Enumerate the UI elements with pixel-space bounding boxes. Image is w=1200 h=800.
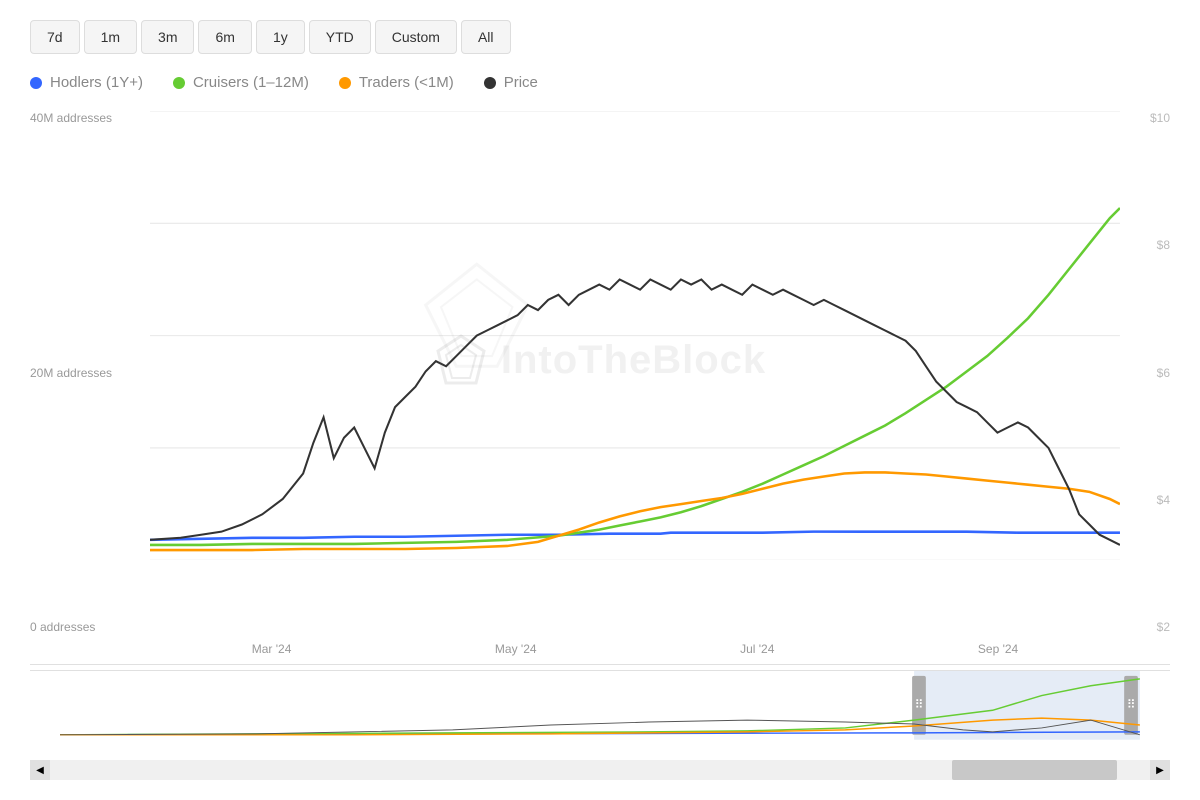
x-label-may: May '24	[495, 642, 537, 656]
legend-traders[interactable]: Traders (<1M)	[339, 74, 454, 91]
svg-text:⠿: ⠿	[1127, 698, 1136, 711]
btn-1m[interactable]: 1m	[84, 20, 137, 54]
y-axis-left: 40M addresses 20M addresses 0 addresses	[30, 111, 112, 634]
legend-price[interactable]: Price	[484, 74, 538, 91]
hodlers-dot	[30, 77, 42, 89]
scrollbar: ◀ ▶	[30, 760, 1170, 780]
main-container: 7d 1m 3m 6m 1y YTD Custom All Hodlers (1…	[0, 0, 1200, 800]
scroll-thumb[interactable]	[952, 760, 1117, 780]
price-dot	[484, 77, 496, 89]
time-range-toolbar: 7d 1m 3m 6m 1y YTD Custom All	[30, 20, 1170, 54]
cruisers-line	[150, 208, 1120, 545]
svg-text:⠿: ⠿	[915, 698, 924, 711]
scroll-track[interactable]	[50, 760, 1150, 780]
btn-all[interactable]: All	[461, 20, 511, 54]
traders-dot	[339, 77, 351, 89]
btn-6m[interactable]: 6m	[198, 20, 251, 54]
btn-custom[interactable]: Custom	[375, 20, 457, 54]
btn-3m[interactable]: 3m	[141, 20, 194, 54]
y-label-4: $4	[1150, 493, 1170, 507]
x-label-mar: Mar '24	[252, 642, 292, 656]
btn-ytd[interactable]: YTD	[309, 20, 371, 54]
chart-legend: Hodlers (1Y+) Cruisers (1–12M) Traders (…	[30, 74, 1170, 91]
hodlers-line	[150, 532, 1120, 540]
btn-7d[interactable]: 7d	[30, 20, 80, 54]
price-label: Price	[504, 74, 538, 91]
cruisers-dot	[173, 77, 185, 89]
x-label-jul: Jul '24	[740, 642, 774, 656]
btn-1y[interactable]: 1y	[256, 20, 305, 54]
x-label-sep: Sep '24	[978, 642, 1018, 656]
chart-area: 40M addresses 20M addresses 0 addresses …	[30, 111, 1170, 780]
y-label-40m: 40M addresses	[30, 111, 112, 125]
y-label-20m: 20M addresses	[30, 366, 112, 380]
y-label-6: $6	[1150, 366, 1170, 380]
y-label-0: 0 addresses	[30, 620, 112, 634]
x-axis: Mar '24 May '24 Jul '24 Sep '24	[150, 634, 1120, 664]
cruisers-label: Cruisers (1–12M)	[193, 74, 309, 91]
traders-label: Traders (<1M)	[359, 74, 454, 91]
chart-svg	[150, 111, 1120, 560]
y-label-10: $10	[1150, 111, 1170, 125]
navigator: ⠿ ⠿ 2020 2022 2024 ◀	[30, 670, 1170, 780]
hodlers-label: Hodlers (1Y+)	[50, 74, 143, 91]
main-chart: 40M addresses 20M addresses 0 addresses …	[30, 111, 1170, 665]
navigator-svg: ⠿ ⠿	[60, 671, 1140, 740]
y-axis-right: $10 $8 $6 $4 $2	[1150, 111, 1170, 634]
legend-cruisers[interactable]: Cruisers (1–12M)	[173, 74, 309, 91]
legend-hodlers[interactable]: Hodlers (1Y+)	[30, 74, 143, 91]
scroll-left-arrow[interactable]: ◀	[30, 760, 50, 780]
y-label-2: $2	[1150, 620, 1170, 634]
price-line	[150, 279, 1120, 544]
y-label-8: $8	[1150, 238, 1170, 252]
scroll-right-arrow[interactable]: ▶	[1150, 760, 1170, 780]
